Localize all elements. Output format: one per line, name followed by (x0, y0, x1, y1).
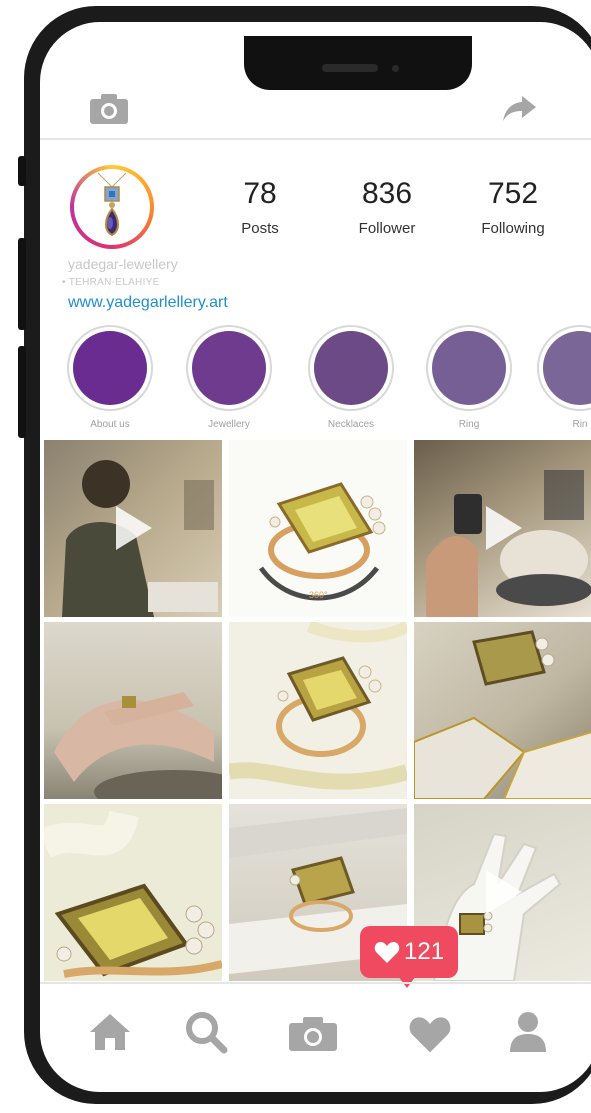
post-tile[interactable] (44, 440, 222, 617)
header-divider (40, 138, 591, 140)
post-grid: 360° (44, 440, 591, 981)
front-camera (392, 65, 399, 72)
highlight-about-us[interactable]: About us (67, 325, 153, 430)
post-image (414, 630, 591, 799)
camera-icon[interactable] (288, 1016, 338, 1052)
highlight-ring[interactable]: Ring (426, 325, 512, 430)
profile-website-link[interactable]: www.yadegarlellery.art (68, 294, 228, 312)
stat-posts-label[interactable]: Posts (205, 220, 315, 237)
highlight-jewellery[interactable]: Jewellery (186, 325, 272, 430)
highlight-cover (432, 331, 506, 405)
ring-image (229, 622, 407, 790)
stat-posts-count[interactable]: 78 (205, 177, 315, 211)
phone-notch (244, 36, 472, 90)
stat-following-label[interactable]: Following (458, 220, 568, 237)
stat-follower-count[interactable]: 836 (332, 177, 442, 211)
post-tile[interactable] (44, 622, 222, 799)
post-tile[interactable] (44, 804, 222, 981)
highlight-ring-2[interactable]: Rin (537, 325, 591, 430)
phone-volume-up (18, 238, 26, 330)
like-count: 121 (404, 938, 445, 965)
rotate-360-caption: 360° (309, 590, 328, 600)
post-image (54, 692, 222, 799)
stat-following-count[interactable]: 752 (458, 177, 568, 211)
like-notification-badge[interactable]: 121 (360, 926, 458, 988)
highlight-label: About us (90, 419, 130, 430)
pendant-logo-icon (97, 172, 127, 237)
search-icon[interactable] (184, 1010, 228, 1054)
stat-follower-label[interactable]: Follower (332, 220, 442, 237)
highlight-label: Necklaces (327, 419, 375, 430)
video-play-icon (116, 506, 152, 550)
video-play-icon (486, 506, 522, 550)
home-icon[interactable] (88, 1012, 132, 1052)
ring-image (44, 810, 222, 978)
video-play-icon (486, 870, 522, 914)
highlight-label: Ring (458, 419, 480, 430)
profile-handle: yadegar-lewellery (68, 256, 178, 272)
highlight-label: Rin (572, 419, 588, 430)
avatar[interactable] (70, 165, 154, 249)
highlight-cover (314, 331, 388, 405)
highlight-necklaces[interactable]: Necklaces (308, 325, 394, 430)
highlight-label: Jewellery (208, 419, 250, 430)
heart-icon[interactable] (408, 1014, 452, 1054)
share-arrow-icon[interactable] (502, 94, 538, 122)
profile-icon[interactable] (508, 1010, 548, 1054)
screen: 78 Posts 836 Follower 752 Following yade… (40, 22, 591, 1092)
highlight-cover (73, 331, 147, 405)
post-tile[interactable] (414, 440, 591, 617)
phone-volume-down (18, 346, 26, 438)
post-tile[interactable] (414, 622, 591, 799)
highlight-cover (192, 331, 266, 405)
phone-side-button (18, 156, 26, 186)
post-tile[interactable] (229, 622, 407, 799)
speaker (322, 64, 378, 72)
bottom-nav-divider (40, 982, 591, 984)
profile-location: • TEHRAN-ELAHIYE (62, 277, 160, 288)
post-tile[interactable]: 360° (229, 440, 407, 617)
camera-icon[interactable] (88, 92, 130, 126)
heart-icon (374, 942, 400, 963)
highlight-cover (543, 331, 591, 405)
